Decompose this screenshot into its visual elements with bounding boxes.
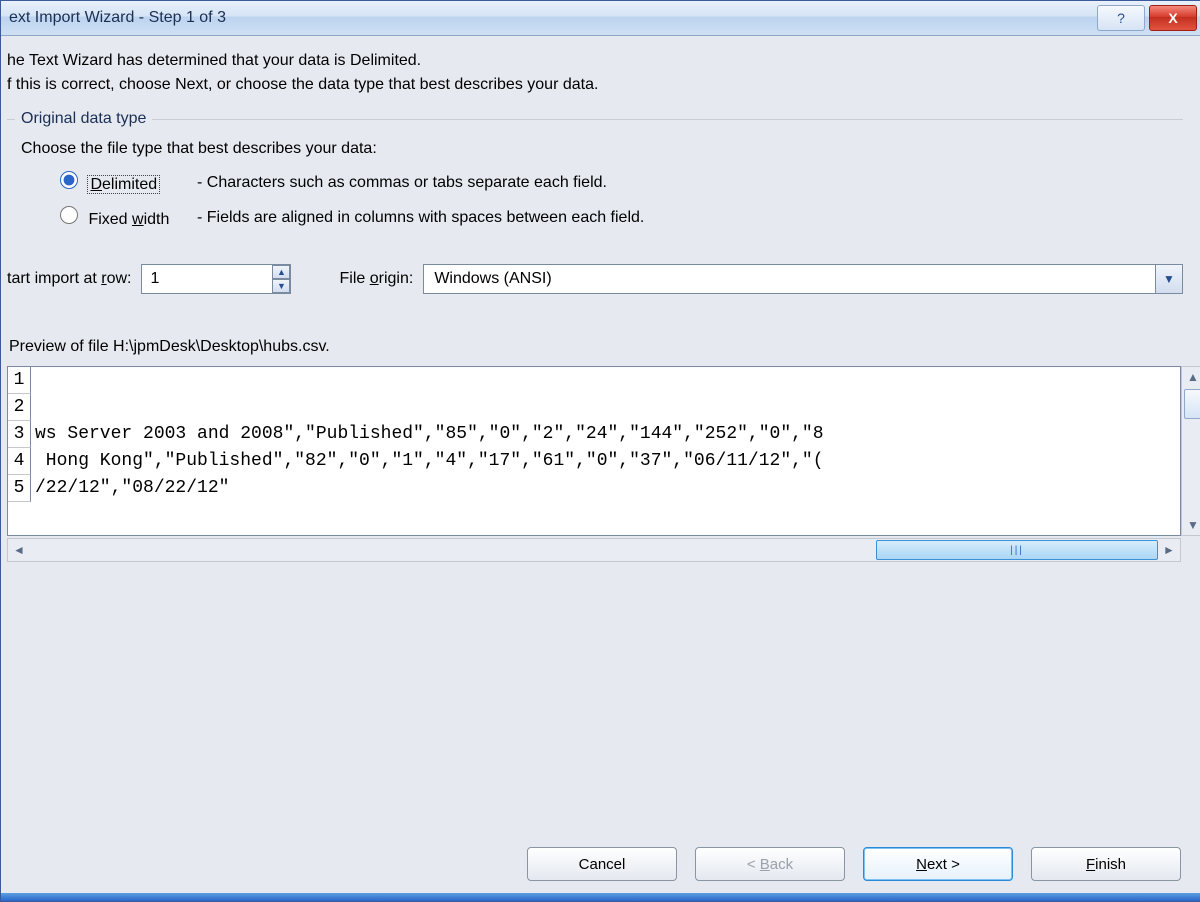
fixed-width-description: - Fields are aligned in columns with spa… [197, 206, 644, 230]
dialog-button-bar: Cancel < Back Next > Finish [527, 847, 1181, 881]
preview-line-number: 2 [8, 394, 31, 421]
scroll-up-icon[interactable]: ▲ [1182, 367, 1200, 387]
scroll-right-icon[interactable]: ► [1158, 539, 1180, 561]
scroll-thumb-vertical[interactable] [1184, 389, 1200, 419]
start-row-input[interactable] [141, 264, 291, 294]
preview-line-number: 4 [8, 448, 31, 475]
radio-fixed-width-label[interactable]: Fixed width [88, 211, 169, 228]
file-origin-label: File origin: [339, 270, 413, 288]
start-row-spinner[interactable]: ▲ ▼ [141, 264, 311, 294]
preview-line-text: /22/12","08/22/12" [31, 475, 229, 502]
title-bar[interactable]: ext Import Wizard - Step 1 of 3 ? X [1, 1, 1200, 36]
preview-line-text: ws Server 2003 and 2008","Published","85… [31, 421, 824, 448]
preview-line-text [31, 394, 35, 421]
delimited-description: - Characters such as commas or tabs sepa… [197, 171, 607, 195]
preview-area: 123ws Server 2003 and 2008","Published",… [7, 366, 1181, 562]
preview-row: 5/22/12","08/22/12" [8, 475, 1180, 502]
cancel-button[interactable]: Cancel [527, 847, 677, 881]
scroll-left-icon[interactable]: ◄ [8, 539, 30, 561]
spinner-down[interactable]: ▼ [272, 279, 290, 293]
radio-delimited-label[interactable]: Delimited [88, 176, 159, 193]
close-button[interactable]: X [1149, 5, 1197, 31]
dialog-body: he Text Wizard has determined that your … [1, 36, 1200, 562]
file-origin-value[interactable] [423, 264, 1155, 294]
start-row-label: tart import at row: [7, 270, 131, 288]
preview-line-number: 1 [8, 367, 31, 394]
original-data-type-group: Original data type Choose the file type … [7, 110, 1183, 250]
import-settings-row: tart import at row: ▲ ▼ File origin: ▼ [7, 264, 1183, 294]
intro-line-2: f this is correct, choose Next, or choos… [7, 76, 1183, 94]
preview-line-text [31, 367, 35, 394]
next-button[interactable]: Next > [863, 847, 1013, 881]
chevron-down-icon[interactable]: ▼ [1155, 264, 1183, 294]
preview-line-text: Hong Kong","Published","82","0","1","4",… [31, 448, 824, 475]
file-origin-combo[interactable]: ▼ [423, 264, 1183, 294]
preview-line-number: 3 [8, 421, 31, 448]
preview-row: 4 Hong Kong","Published","82","0","1","4… [8, 448, 1180, 475]
radio-fixed-width[interactable] [60, 206, 78, 224]
spinner-up[interactable]: ▲ [272, 265, 290, 279]
text-import-wizard-dialog: ext Import Wizard - Step 1 of 3 ? X he T… [0, 0, 1200, 902]
preview-label: Preview of file H:\jpmDesk\Desktop\hubs.… [9, 338, 1183, 356]
group-legend: Original data type [15, 110, 152, 128]
preview-box: 123ws Server 2003 and 2008","Published",… [7, 366, 1181, 536]
help-button[interactable]: ? [1097, 5, 1145, 31]
group-hint: Choose the file type that best describes… [21, 140, 1175, 158]
preview-row: 3ws Server 2003 and 2008","Published","8… [8, 421, 1180, 448]
preview-line-number: 5 [8, 475, 31, 502]
intro-line-1: he Text Wizard has determined that your … [7, 52, 1183, 70]
preview-horizontal-scrollbar[interactable]: ◄ ||| ► [7, 538, 1181, 562]
preview-vertical-scrollbar[interactable]: ▲ ▼ [1181, 366, 1200, 536]
close-icon: X [1168, 10, 1177, 26]
question-icon: ? [1117, 10, 1125, 26]
finish-button[interactable]: Finish [1031, 847, 1181, 881]
scroll-thumb-horizontal[interactable]: ||| [876, 540, 1158, 560]
preview-row: 2 [8, 394, 1180, 421]
scroll-down-icon[interactable]: ▼ [1182, 515, 1200, 535]
preview-row: 1 [8, 367, 1180, 394]
window-title: ext Import Wizard - Step 1 of 3 [9, 9, 1093, 27]
back-button: < Back [695, 847, 845, 881]
radio-delimited[interactable] [60, 171, 78, 189]
